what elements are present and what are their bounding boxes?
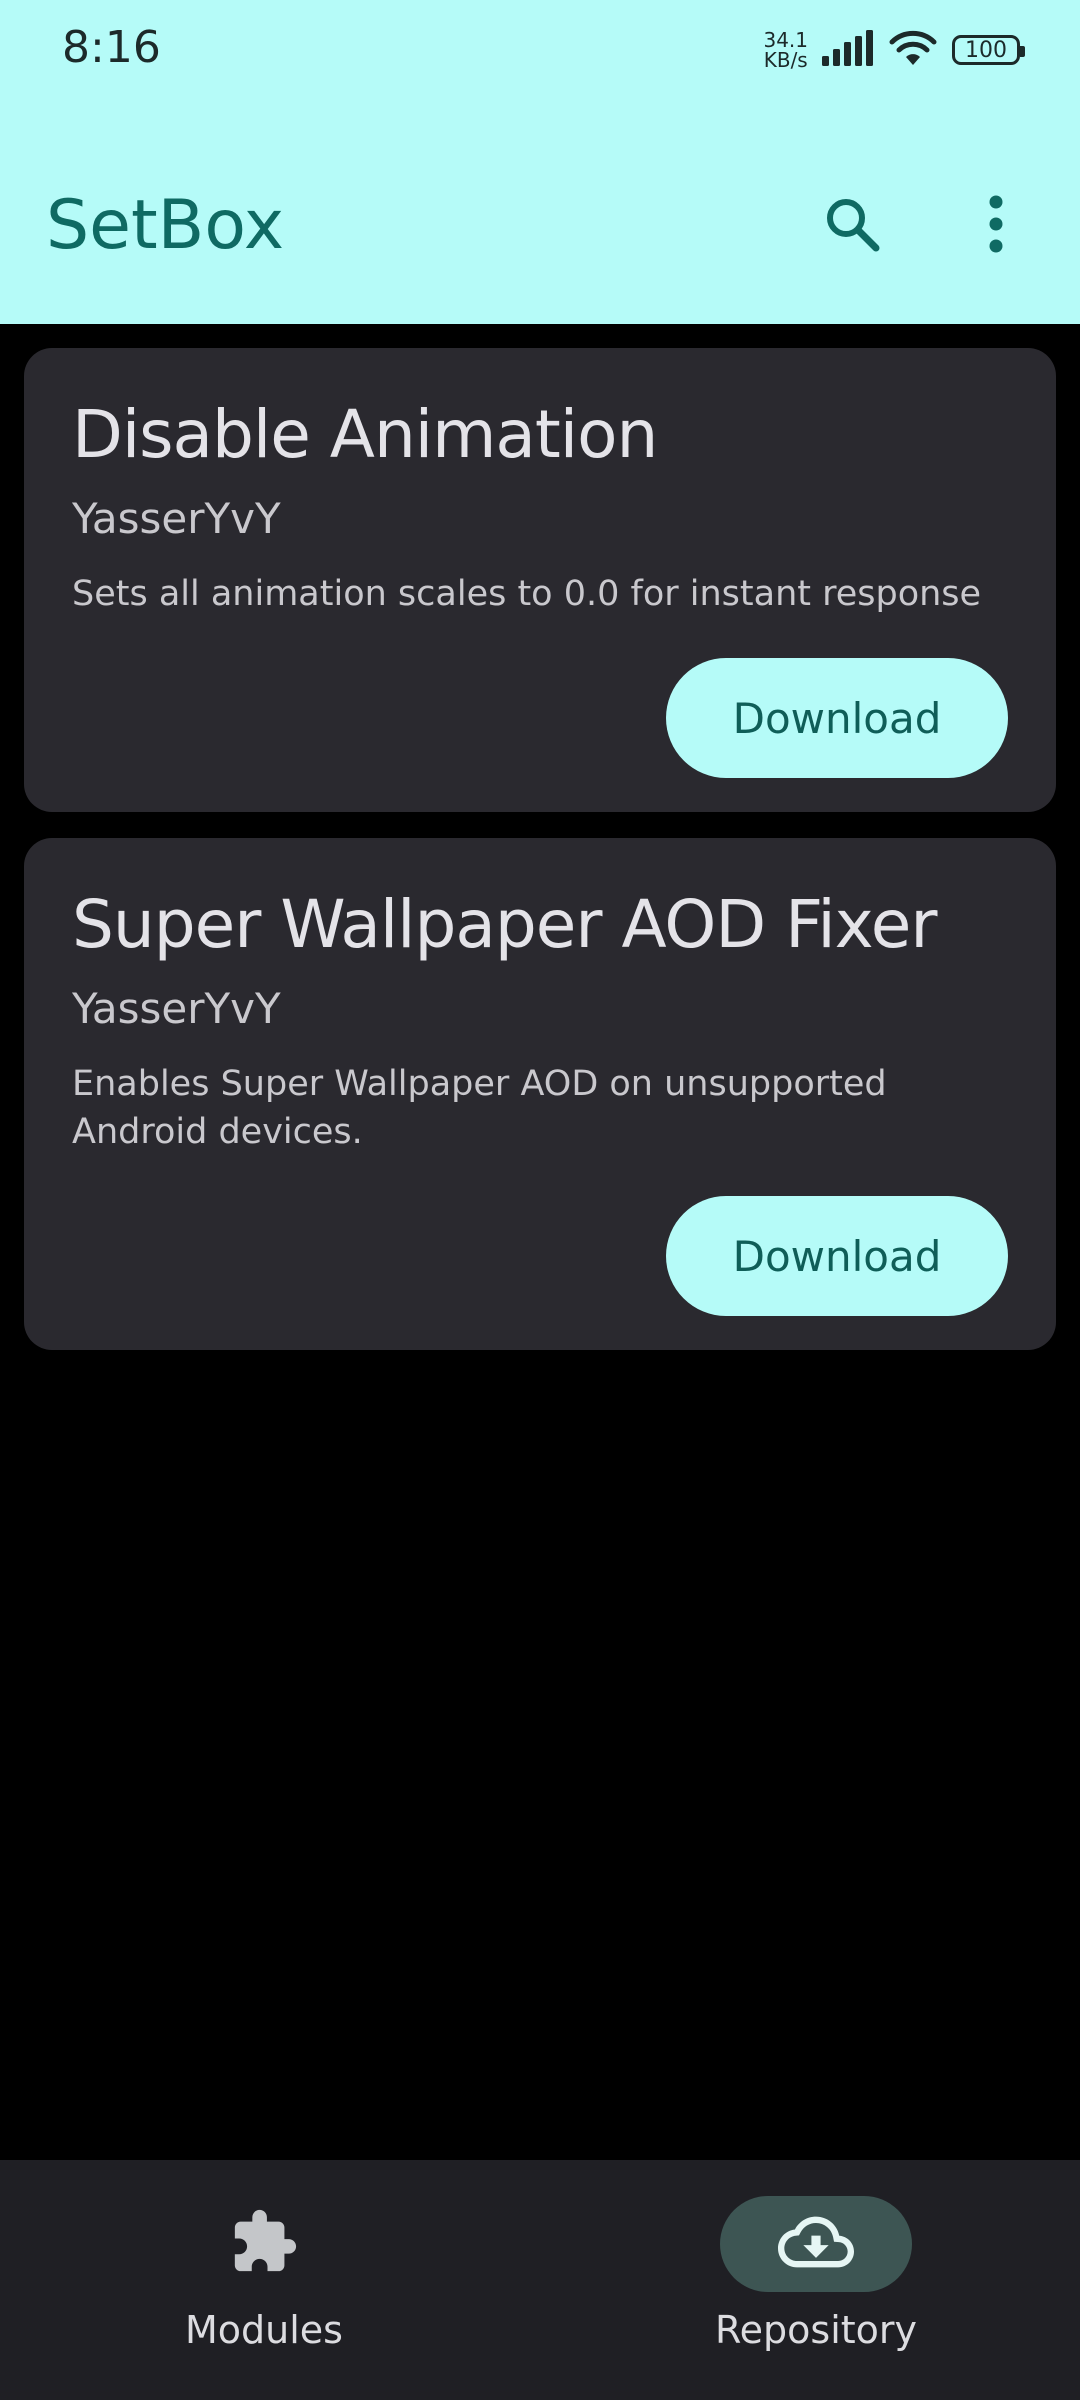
nav-item-modules[interactable]: Modules xyxy=(114,2196,414,2376)
network-speed: 34.1 KB/s xyxy=(763,30,808,70)
nav-label: Repository xyxy=(714,2308,918,2352)
network-speed-value: 34.1 xyxy=(763,28,808,52)
wifi-icon xyxy=(888,29,938,71)
search-icon xyxy=(822,194,882,258)
nav-indicator xyxy=(168,2196,360,2292)
module-author: YasserYvY xyxy=(72,494,281,543)
puzzle-icon xyxy=(229,2207,299,2281)
module-card: Super Wallpaper AOD Fixer YasserYvY Enab… xyxy=(24,838,1056,1350)
status-time: 8:16 xyxy=(62,22,161,73)
more-vert-icon xyxy=(986,194,1006,258)
network-speed-unit: KB/s xyxy=(763,48,808,72)
nav-indicator-active xyxy=(720,2196,912,2292)
download-button[interactable]: Download xyxy=(666,658,1008,778)
bottom-navigation: Modules Repository xyxy=(0,2160,1080,2400)
module-title: Super Wallpaper AOD Fixer xyxy=(72,886,937,963)
module-description: Enables Super Wallpaper AOD on unsupport… xyxy=(72,1064,887,1152)
nav-item-repository[interactable]: Repository xyxy=(666,2196,966,2376)
cloud-download-icon xyxy=(778,2204,854,2284)
top-app-bar: 8:16 34.1 KB/s 100 SetBox xyxy=(0,0,1080,324)
download-button[interactable]: Download xyxy=(666,1196,1008,1316)
app-root: 8:16 34.1 KB/s 100 SetBox Disable Animat… xyxy=(0,0,1080,2400)
status-icons: 34.1 KB/s 100 xyxy=(763,28,1025,72)
battery-icon: 100 xyxy=(952,35,1025,65)
signal-icon xyxy=(822,30,874,70)
module-author: YasserYvY xyxy=(72,984,281,1033)
battery-level: 100 xyxy=(965,37,1007,63)
nav-label: Modules xyxy=(185,2308,343,2352)
more-options-button[interactable] xyxy=(956,186,1036,266)
module-title: Disable Animation xyxy=(72,396,658,473)
module-card: Disable Animation YasserYvY Sets all ani… xyxy=(24,348,1056,812)
app-title: SetBox xyxy=(46,186,285,265)
search-button[interactable] xyxy=(812,186,892,266)
module-description: Sets all animation scales to 0.0 for ins… xyxy=(72,574,982,614)
